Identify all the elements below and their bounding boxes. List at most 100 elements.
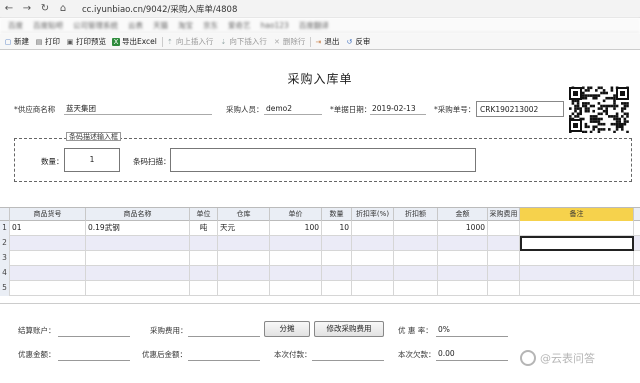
table-cell[interactable]: [86, 251, 190, 266]
toolbar-button[interactable]: ⇥ 退出: [312, 35, 343, 49]
table-cell[interactable]: [438, 281, 488, 296]
bookmark-item[interactable]: 百度翻译: [299, 20, 329, 31]
bookmark-item[interactable]: 公司管理系统: [73, 20, 118, 31]
column-header[interactable]: 仓库: [218, 208, 270, 221]
bookmark-item[interactable]: 爱奇艺: [228, 20, 251, 31]
table-cell[interactable]: [218, 236, 270, 251]
table-cell[interactable]: [488, 236, 520, 251]
table-cell[interactable]: [520, 251, 634, 266]
toolbar-button[interactable]: ▤ 打印: [33, 35, 64, 49]
table-cell[interactable]: [520, 281, 634, 296]
column-header[interactable]: 备注: [520, 208, 634, 221]
bookmark-item[interactable]: 京东: [203, 20, 218, 31]
table-row[interactable]: 3: [0, 251, 640, 266]
table-cell[interactable]: [352, 281, 394, 296]
table-cell[interactable]: [322, 281, 352, 296]
table-cell[interactable]: [488, 266, 520, 281]
column-header[interactable]: 采购费用: [488, 208, 520, 221]
table-cell[interactable]: [438, 236, 488, 251]
table-cell[interactable]: [394, 236, 438, 251]
modify-fee-button[interactable]: 修改采购费用: [314, 321, 384, 337]
paid-field[interactable]: [312, 360, 384, 361]
column-header[interactable]: 商品货号: [10, 208, 86, 221]
table-cell[interactable]: 天元: [218, 221, 270, 236]
column-header[interactable]: 单位: [190, 208, 218, 221]
table-cell[interactable]: [352, 236, 394, 251]
bookmark-item[interactable]: 天猫: [153, 20, 168, 31]
table-cell[interactable]: [86, 266, 190, 281]
table-cell[interactable]: [352, 221, 394, 236]
toolbar-button[interactable]: ↺ 反审: [343, 35, 374, 49]
toolbar-button[interactable]: ▢ 新建: [2, 35, 33, 49]
table-cell[interactable]: [352, 266, 394, 281]
purchase-fee-field[interactable]: [188, 336, 260, 337]
discount-rate-value[interactable]: 0%: [438, 325, 450, 334]
split-button[interactable]: 分摊: [264, 321, 310, 337]
order-no-field[interactable]: CRK190213002: [476, 101, 564, 117]
table-cell[interactable]: [394, 266, 438, 281]
table-cell[interactable]: [86, 281, 190, 296]
discount-amount-field[interactable]: [58, 360, 130, 361]
table-cell[interactable]: [190, 251, 218, 266]
back-icon[interactable]: ←: [4, 3, 14, 14]
bookmark-item[interactable]: 百度贴吧: [33, 20, 63, 31]
forward-icon[interactable]: →: [22, 3, 32, 14]
table-cell[interactable]: [218, 281, 270, 296]
purchaser-field[interactable]: demo2: [264, 103, 322, 115]
table-cell[interactable]: [190, 281, 218, 296]
table-cell[interactable]: [394, 251, 438, 266]
table-cell[interactable]: [10, 251, 86, 266]
column-header[interactable]: 单价: [270, 208, 322, 221]
bookmark-item[interactable]: 云表: [128, 20, 143, 31]
column-header[interactable]: 商品名称: [86, 208, 190, 221]
toolbar-button[interactable]: X 导出Excel: [110, 35, 161, 49]
table-cell[interactable]: [190, 266, 218, 281]
date-field[interactable]: 2019-02-13: [370, 103, 426, 115]
table-cell[interactable]: [322, 266, 352, 281]
table-cell[interactable]: [394, 221, 438, 236]
table-row[interactable]: 4: [0, 266, 640, 281]
table-cell[interactable]: [270, 266, 322, 281]
toolbar-button[interactable]: ✕ 删除行: [271, 35, 310, 49]
column-header[interactable]: 金额: [438, 208, 488, 221]
table-cell[interactable]: [438, 266, 488, 281]
table-row[interactable]: 1 01 0.19武钢吨天元 100 10 1000: [0, 221, 640, 236]
table-cell[interactable]: [488, 281, 520, 296]
table-cell[interactable]: 01: [10, 221, 86, 236]
table-cell[interactable]: [10, 266, 86, 281]
table-cell[interactable]: [10, 236, 86, 251]
column-header[interactable]: 折扣额: [394, 208, 438, 221]
supplier-field[interactable]: 蓝天集团: [64, 103, 212, 115]
bookmark-item[interactable]: hao123: [261, 21, 289, 30]
table-cell[interactable]: [10, 281, 86, 296]
table-cell[interactable]: 0.19武钢: [86, 221, 190, 236]
table-cell[interactable]: [394, 281, 438, 296]
table-cell[interactable]: [488, 221, 520, 236]
table-cell[interactable]: [488, 251, 520, 266]
active-cell-cursor[interactable]: [520, 236, 634, 251]
table-cell[interactable]: [270, 236, 322, 251]
column-header[interactable]: 数量: [322, 208, 352, 221]
table-cell[interactable]: [520, 266, 634, 281]
bookmark-item[interactable]: 淘宝: [178, 20, 193, 31]
address-bar[interactable]: cc.iyunbiao.cn/9042/采购入库单/4808: [82, 3, 237, 15]
table-cell[interactable]: 10: [322, 221, 352, 236]
settle-account-field[interactable]: [58, 336, 130, 337]
table-cell[interactable]: [322, 251, 352, 266]
table-cell[interactable]: 1000: [438, 221, 488, 236]
table-cell[interactable]: [438, 251, 488, 266]
toolbar-button[interactable]: ⇡ 向上插入行: [164, 35, 218, 49]
table-cell[interactable]: [86, 236, 190, 251]
after-discount-field[interactable]: [188, 360, 260, 361]
table-cell[interactable]: [322, 236, 352, 251]
table-cell[interactable]: [270, 281, 322, 296]
table-cell[interactable]: [218, 266, 270, 281]
table-cell[interactable]: [352, 251, 394, 266]
table-row[interactable]: 5: [0, 281, 640, 296]
table-cell[interactable]: [218, 251, 270, 266]
table-cell[interactable]: 吨: [190, 221, 218, 236]
reload-icon[interactable]: ↻: [40, 3, 50, 14]
home-icon[interactable]: ⌂: [58, 3, 68, 14]
barcode-scan-input[interactable]: [170, 148, 476, 172]
qty-input[interactable]: 1: [64, 148, 120, 172]
